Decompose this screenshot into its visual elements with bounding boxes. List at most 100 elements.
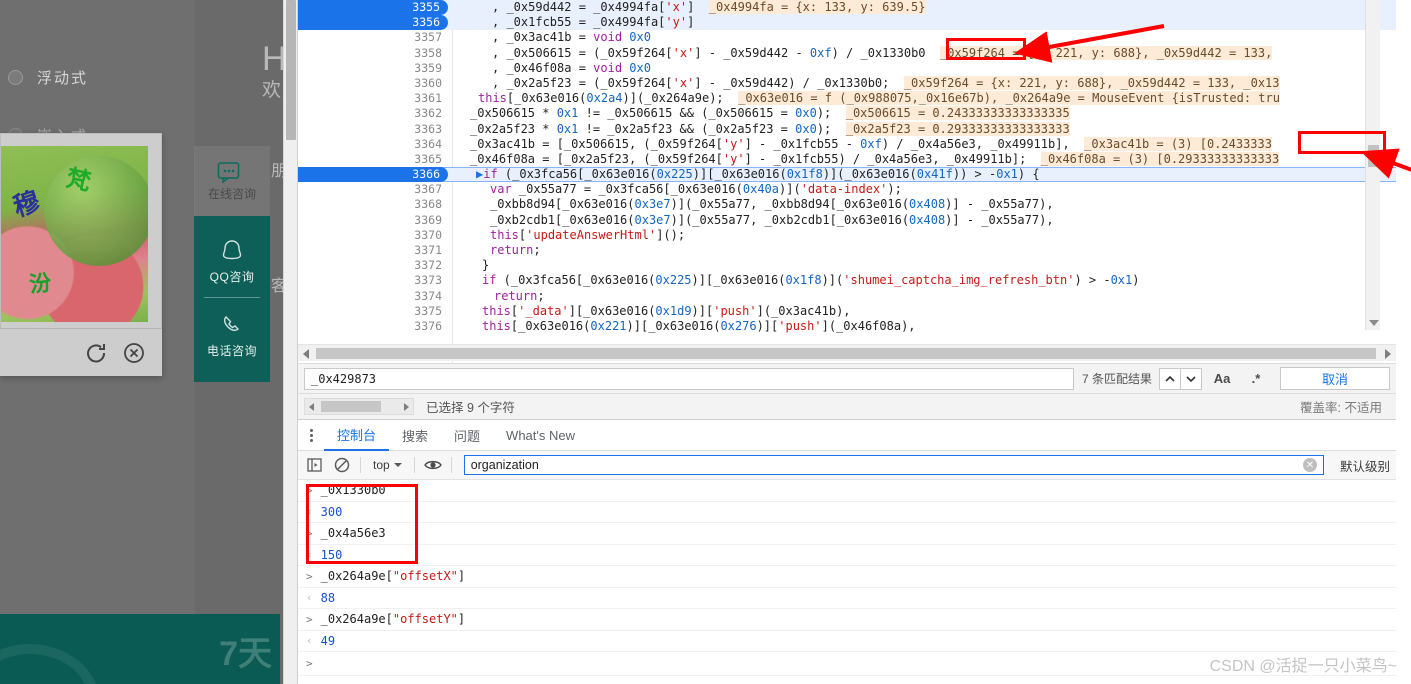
line-number[interactable]: 3373 [298,273,450,288]
code-line[interactable]: 3372} [298,258,1396,273]
match-case-button[interactable]: Aa [1208,368,1236,390]
code-line[interactable]: 3369_0xb2cdb1[_0x63e016(0x3e7)](_0x55a77… [298,213,1396,228]
code-line[interactable]: 3376this[_0x63e016(0x221)][_0x63e016(0x2… [298,319,1396,334]
console-input-row[interactable]: >_0x264a9e["offsetX"] [298,566,1396,588]
code-line[interactable]: 3355, _0x59d442 = _0x4994fa['x'] _0x4994… [298,0,1396,15]
line-number[interactable]: 3364 [298,137,450,152]
code-line[interactable]: 3363_0x2a5f23 * 0x1 != _0x2a5f23 && (_0x… [298,122,1396,137]
annotation-arrow-y [1358,148,1411,210]
scroll-left-arrow-icon[interactable] [303,349,309,359]
mini-scroll-left-icon[interactable] [309,403,314,411]
search-input[interactable]: _0x429873 [304,368,1074,390]
radio-floating[interactable]: 浮动式 [8,67,88,88]
code-line[interactable]: 3361this[_0x63e016(0x2a4)](_0x264a9e); _… [298,91,1396,106]
line-number[interactable]: 3362 [298,106,450,121]
code-line[interactable]: 3358, _0x506615 = (_0x59f264['x'] - _0x5… [298,46,1396,61]
consult-online-button[interactable]: 在线咨询 [194,146,270,216]
console-output-row[interactable]: ‹150 [298,545,1396,567]
code-line[interactable]: 3360, _0x2a5f23 = (_0x59f264['x'] - _0x5… [298,76,1396,91]
code-line[interactable]: 3367var _0x55a77 = _0x3fca56[_0x63e016(0… [298,182,1396,197]
line-number[interactable]: 3368 [298,197,450,212]
line-number[interactable]: 3356 [298,15,448,30]
regex-button[interactable]: .* [1242,368,1270,390]
search-next-button[interactable] [1180,368,1202,390]
code-line[interactable]: 3364_0x3ac41b = [_0x506615, (_0x59f264['… [298,137,1396,152]
scroll-right-arrow-icon[interactable] [1385,349,1391,359]
clear-x-icon[interactable]: ✕ [1303,458,1317,472]
code-line[interactable]: 3366 ▶if (_0x3fca56[_0x63e016(0x225)][_0x… [298,167,1396,182]
code-line[interactable]: 3374return; [298,289,1396,304]
line-number[interactable]: 3369 [298,213,450,228]
line-number[interactable]: 3366 [298,167,448,182]
line-number[interactable]: 3361 [298,91,450,106]
mini-horizontal-scrollbar[interactable] [304,398,414,415]
code-line[interactable]: 3373if (_0x3fca56[_0x63e016(0x225)][_0x6… [298,273,1396,288]
line-number[interactable]: 3355 [298,0,448,15]
tab-search[interactable]: 搜索 [389,420,441,451]
live-expression-eye-icon[interactable] [423,455,443,475]
source-code-editor[interactable]: 3355, _0x59d442 = _0x4994fa['x'] _0x4994… [298,0,1396,363]
console-output-row[interactable]: ‹88 [298,588,1396,610]
refresh-icon[interactable] [84,341,108,365]
code-line[interactable]: 3375 this['_data'][_0x63e016(0x1d9)]['pus… [298,304,1396,319]
consult-qq-button[interactable]: QQ咨询 [210,238,255,285]
tab-whats-new[interactable]: What's New [493,420,588,451]
selection-status: 已选择 9 个字符 [426,397,515,416]
tab-issues[interactable]: 问题 [441,420,493,451]
code-rows-container[interactable]: 3355, _0x59d442 = _0x4994fa['x'] _0x4994… [298,0,1396,334]
mini-scroll-thumb[interactable] [321,401,381,412]
editor-horizontal-scrollbar[interactable] [298,344,1396,361]
line-number[interactable]: 3371 [298,243,450,258]
code-line[interactable]: 3362_0x506615 * 0x1 != _0x506615 && (_0x… [298,106,1396,121]
code-text: ▶if (_0x3fca56[_0x63e016(0x225)][_0x63e0… [476,167,1040,182]
line-number[interactable]: 3375 [298,304,450,319]
line-number[interactable]: 3359 [298,61,450,76]
code-line[interactable]: 3365_0x46f08a = [_0x2a5f23, (_0x59f264['… [298,152,1396,167]
line-number[interactable]: 3372 [298,258,450,273]
editor-status-strip: 已选择 9 个字符 覆盖率: 不适用 [298,394,1396,420]
line-number[interactable]: 3360 [298,76,450,91]
search-prev-button[interactable] [1159,368,1181,390]
captcha-image[interactable]: 穆 梵 汾 [1,146,148,322]
search-cancel-button[interactable]: 取消 [1280,367,1390,390]
editor-search-bar: _0x429873 7 条匹配结果 Aa .* 取消 [298,363,1396,394]
line-number[interactable]: 3363 [298,122,450,137]
console-expression: _0x264a9e["offsetX"] [321,569,466,583]
page-scrollbar-thumb[interactable] [286,0,296,140]
close-icon[interactable] [122,341,146,365]
code-line[interactable]: 3368_0xbb8d94[_0x63e016(0x3e7)](_0x55a77… [298,197,1396,212]
line-number[interactable]: 3357 [298,30,450,45]
editor-hscroll-thumb[interactable] [316,348,1376,359]
coverage-status: 覆盖率: 不适用 [1300,397,1382,416]
console-output-row[interactable]: ‹300 [298,502,1396,524]
mini-scroll-right-icon[interactable] [404,403,409,411]
line-number[interactable]: 3365 [298,152,450,167]
console-filter-input[interactable]: organization ✕ [464,455,1324,475]
code-line[interactable]: 3370this['updateAnswerHtml'](); [298,228,1396,243]
clear-console-icon[interactable] [332,455,352,475]
console-sidebar-icon[interactable] [304,455,324,475]
console-output-row[interactable]: ‹49 [298,631,1396,653]
line-number[interactable]: 3374 [298,289,450,304]
console-log-rows[interactable]: >_0x1330b0‹300>_0x4a56e3‹150>_0x264a9e["… [298,480,1396,652]
console-levels-select[interactable]: 默认级别 [1340,456,1390,475]
code-line[interactable]: 3371return; [298,243,1396,258]
background-web-page: 浮动式 嵌入式 H 欢 朋 客 在线咨询 QQ咨询 电话咨询 [0,0,297,684]
code-line[interactable]: 3357, _0x3ac41b = void 0x0 [298,30,1396,45]
execution-context-select[interactable]: top [369,458,406,472]
console-input-row[interactable]: >_0x264a9e["offsetY"] [298,609,1396,631]
consult-phone-button[interactable]: 电话咨询 [207,312,257,359]
code-text: this['_data'][_0x63e016(0x1d9)]['push'](… [482,304,851,319]
kebab-menu-icon[interactable] [298,429,324,442]
line-number[interactable]: 3358 [298,46,450,61]
page-scrollbar[interactable] [283,0,297,684]
console-input-row[interactable]: >_0x1330b0 [298,480,1396,502]
line-number[interactable]: 3376 [298,319,450,334]
line-number[interactable]: 3370 [298,228,450,243]
scroll-down-arrow-icon[interactable] [1369,320,1379,326]
code-line[interactable]: 3356, _0x1fcb55 = _0x4994fa['y'] [298,15,1396,30]
console-input-row[interactable]: >_0x4a56e3 [298,523,1396,545]
tab-console[interactable]: 控制台 [324,420,389,451]
line-number[interactable]: 3367 [298,182,450,197]
code-line[interactable]: 3359, _0x46f08a = void 0x0 [298,61,1396,76]
